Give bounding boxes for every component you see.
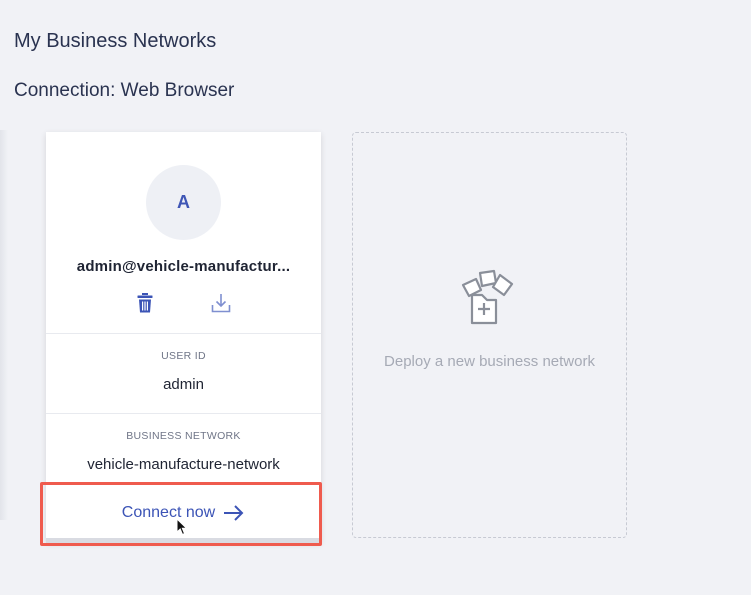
connection-heading: Connection: Web Browser — [14, 80, 235, 101]
deploy-network-card[interactable]: Deploy a new business network — [352, 132, 627, 538]
mouse-cursor-icon — [176, 518, 188, 536]
business-network-label: BUSINESS NETWORK — [126, 430, 241, 442]
download-icon[interactable] — [211, 292, 231, 314]
deploy-files-icon — [461, 269, 514, 325]
user-id-value: admin — [163, 376, 204, 393]
avatar-initial: A — [177, 192, 190, 212]
side-shadow — [0, 130, 8, 520]
trash-icon[interactable] — [137, 292, 153, 314]
card-name: admin@vehicle-manufactur... — [76, 258, 291, 275]
divider — [46, 413, 321, 414]
identity-card: A admin@vehicle-manufactur... USER ID ad… — [46, 132, 321, 542]
avatar: A — [146, 165, 221, 240]
user-id-label: USER ID — [161, 350, 206, 362]
card-actions — [46, 292, 321, 316]
business-network-value: vehicle-manufacture-network — [87, 456, 280, 473]
deploy-network-label: Deploy a new business network — [384, 353, 595, 370]
divider — [46, 333, 321, 334]
highlight-box — [40, 482, 322, 546]
page-title: My Business Networks — [14, 30, 217, 52]
